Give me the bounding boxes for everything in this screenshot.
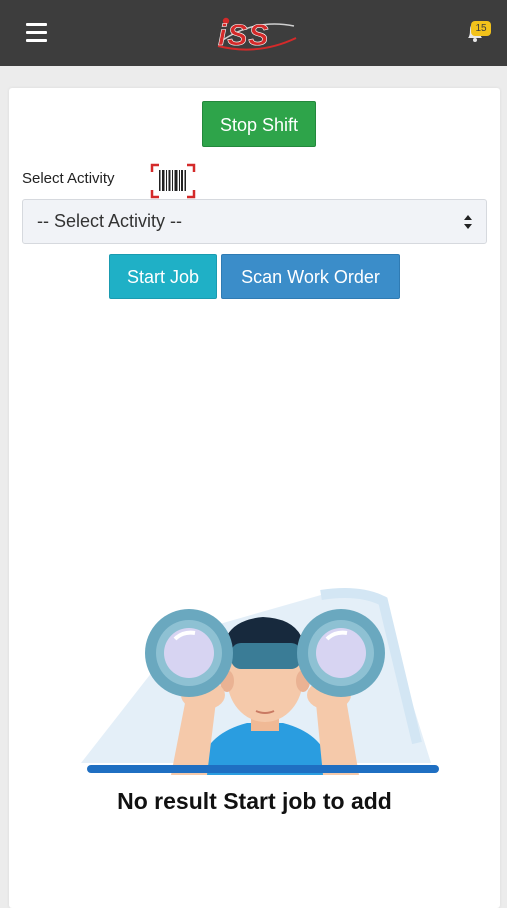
start-job-button[interactable]: Start Job	[109, 254, 217, 299]
binoculars-illustration	[81, 588, 439, 775]
logo-text: iSS	[218, 19, 269, 52]
iss-logo: iSS	[218, 17, 297, 52]
activity-select-value: -- Select Activity --	[37, 211, 183, 231]
scan-work-order-button[interactable]: Scan Work Order	[221, 254, 400, 299]
sort-arrows-icon	[464, 215, 472, 229]
main-card: Stop Shift Select Activity -- Select Act…	[9, 88, 500, 908]
notification-count-badge: 15	[471, 21, 491, 36]
hamburger-menu-icon[interactable]	[22, 20, 52, 46]
app-header: iSS 15	[0, 0, 507, 66]
activity-select[interactable]: -- Select Activity --	[22, 199, 487, 244]
stop-shift-button[interactable]: Stop Shift	[202, 101, 316, 147]
select-activity-label: Select Activity	[22, 170, 115, 187]
barcode-scan-icon[interactable]	[150, 163, 196, 199]
notifications-button[interactable]: 15	[462, 18, 498, 48]
empty-state-message: No result Start job to add	[117, 788, 392, 814]
